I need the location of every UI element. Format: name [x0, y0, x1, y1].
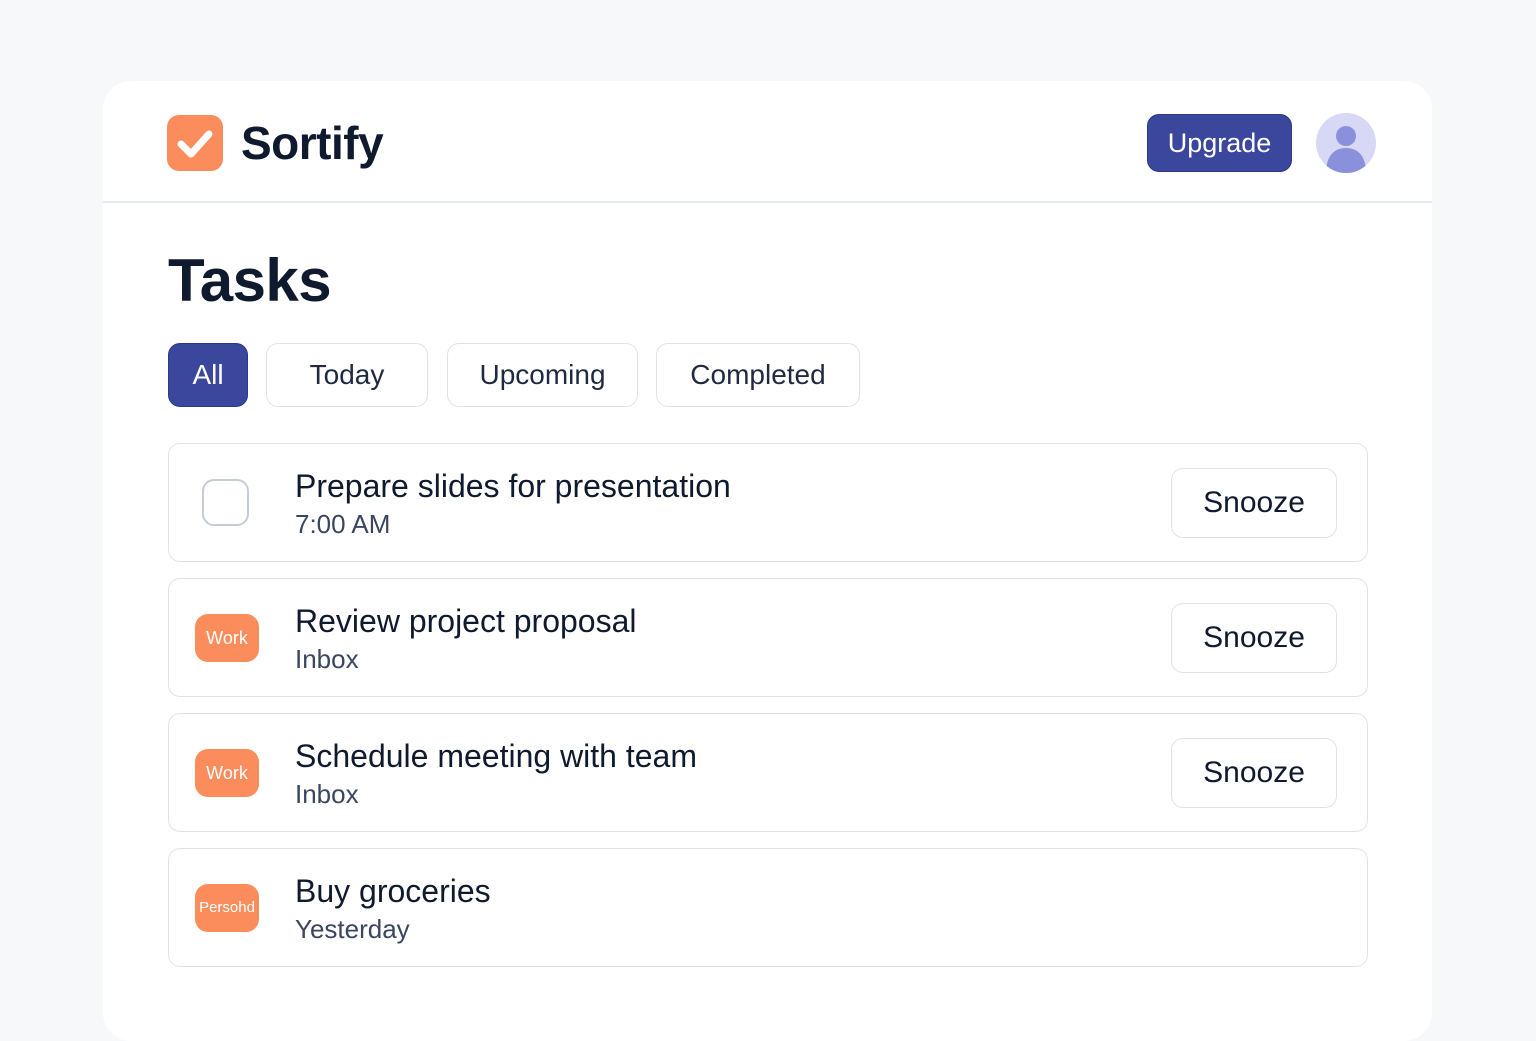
user-icon [1326, 126, 1366, 173]
task-title: Prepare slides for presentation [295, 468, 731, 504]
avatar[interactable] [1316, 113, 1376, 173]
task-tag: Work [195, 749, 259, 797]
tab-upcoming[interactable]: Upcoming [447, 343, 638, 407]
app-window: Sortify Upgrade Tasks All Today Upcoming… [103, 81, 1432, 1041]
task-tag: Persohd [195, 884, 259, 932]
page-title: Tasks [168, 247, 332, 314]
task-row[interactable]: Persohd Buy groceries Yesterday [168, 848, 1368, 967]
top-bar: Sortify Upgrade [103, 81, 1432, 203]
task-checkbox[interactable] [202, 479, 249, 526]
snooze-button[interactable]: Snooze [1171, 468, 1337, 538]
task-date: Yesterday [295, 914, 410, 944]
task-time: 7:00 AM [295, 509, 391, 539]
tab-all[interactable]: All [168, 343, 248, 407]
upgrade-button[interactable]: Upgrade [1147, 114, 1292, 172]
task-title: Review project proposal [295, 603, 637, 639]
task-title: Buy groceries [295, 873, 491, 909]
task-list: Inbox [295, 779, 359, 809]
task-row[interactable]: Work Review project proposal Inbox Snooz… [168, 578, 1368, 697]
task-row[interactable]: Prepare slides for presentation 7:00 AM … [168, 443, 1368, 562]
task-row[interactable]: Work Schedule meeting with team Inbox Sn… [168, 713, 1368, 832]
task-title: Schedule meeting with team [295, 738, 697, 774]
task-list: Inbox [295, 644, 359, 674]
snooze-button[interactable]: Snooze [1171, 738, 1337, 808]
snooze-button[interactable]: Snooze [1171, 603, 1337, 673]
app-name: Sortify [241, 117, 384, 169]
checkmark-icon [167, 115, 223, 171]
tab-today[interactable]: Today [266, 343, 428, 407]
tab-completed[interactable]: Completed [656, 343, 860, 407]
task-tag: Work [195, 614, 259, 662]
